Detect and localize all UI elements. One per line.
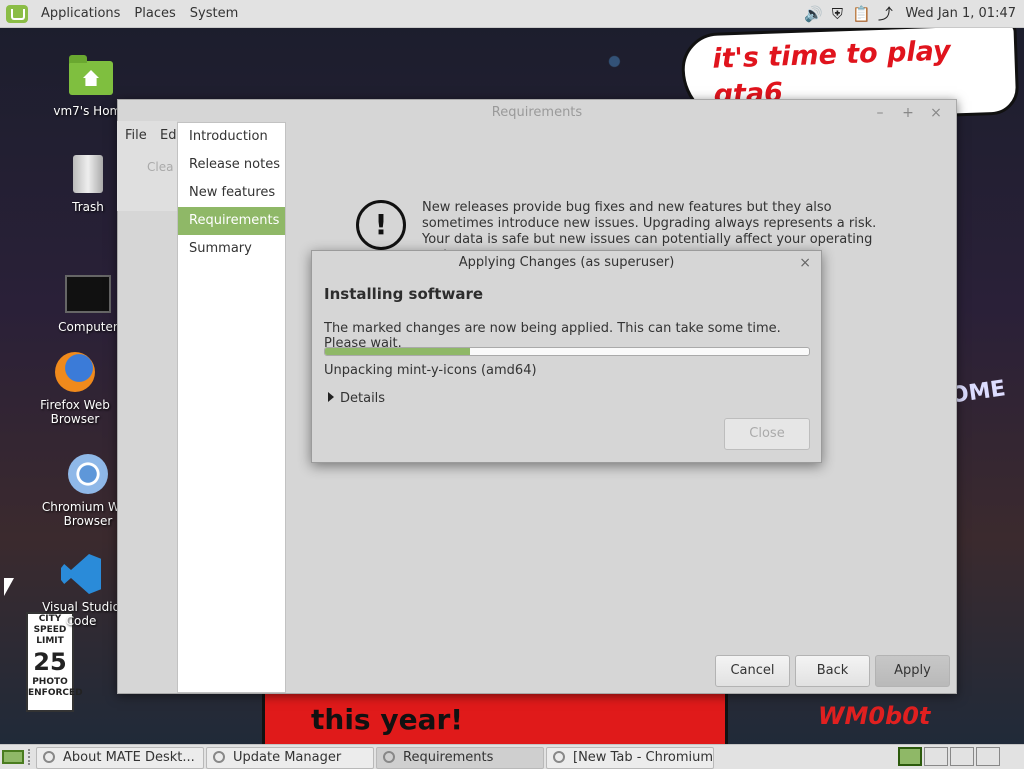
task-label: About MATE Deskt... (63, 750, 195, 765)
cancel-button[interactable]: Cancel (715, 655, 790, 687)
task-label: [New Tab - Chromium] (573, 750, 714, 765)
bg-menu-edit[interactable]: Ed (160, 128, 176, 143)
taskbar-item-update-manager[interactable]: Update Manager (206, 747, 374, 769)
task-label: Requirements (403, 750, 494, 765)
details-label: Details (340, 391, 386, 406)
dialog-close-icon[interactable]: × (799, 251, 811, 275)
expander-triangle-icon (328, 392, 334, 402)
chromium-icon (65, 452, 111, 496)
update-icon (383, 751, 395, 763)
taskbar-item-about-mate[interactable]: About MATE Deskt... (36, 747, 204, 769)
applying-changes-dialog: Applying Changes (as superuser) × Instal… (311, 250, 822, 463)
dialog-close-button[interactable]: Close (724, 418, 810, 450)
menu-places[interactable]: Places (127, 6, 182, 21)
desktop-icon-label: Trash (72, 200, 104, 214)
warning-icon: ! (356, 200, 406, 250)
banner-text: this year! (311, 703, 464, 736)
taskbar-item-chromium[interactable]: [New Tab - Chromium] (546, 747, 714, 769)
step-sidebar: Introduction Release notes New features … (177, 122, 286, 693)
sidebar-item-introduction[interactable]: Introduction (178, 123, 285, 151)
workspace-3[interactable] (950, 747, 974, 766)
computer-icon (65, 272, 111, 316)
volume-icon[interactable]: 🔊 (803, 5, 823, 23)
panel-grip (28, 749, 34, 765)
bottom-panel: About MATE Deskt... Update Manager Requi… (0, 744, 1024, 769)
shield-icon (213, 751, 225, 763)
desktop-icon-label: Firefox Web Browser (40, 398, 110, 426)
sidebar-item-new-features[interactable]: New features (178, 179, 285, 207)
desktop-icon-label: Visual Studio Code (42, 600, 120, 628)
about-mate-icon (43, 751, 55, 763)
wallpaper-watermark: WM0b0t (818, 702, 931, 730)
menu-system[interactable]: System (183, 6, 245, 21)
shield-icon[interactable]: ⛨ (827, 5, 847, 23)
dialog-heading: Installing software (324, 285, 484, 303)
workspace-1[interactable] (898, 747, 922, 766)
chromium-icon (553, 751, 565, 763)
system-tray: 🔊 ⛨ 📋 ⤴ Wed Jan 1, 01:47 (803, 0, 1024, 27)
task-label: Update Manager (233, 750, 342, 765)
details-expander[interactable]: Details (328, 391, 385, 406)
top-panel: Applications Places System 🔊 ⛨ 📋 ⤴ Wed J… (0, 0, 1024, 28)
maximize-icon[interactable]: + (896, 100, 920, 126)
sign-number: 25 (33, 648, 67, 676)
home-folder-icon (68, 55, 114, 100)
bg-clear-button[interactable]: Clea (147, 160, 173, 174)
install-progress-bar (324, 347, 810, 356)
menu-applications[interactable]: Applications (34, 6, 127, 21)
progress-status: Unpacking mint-y-icons (amd64) (324, 363, 537, 378)
sidebar-item-release-notes[interactable]: Release notes (178, 151, 285, 179)
workspace-2[interactable] (924, 747, 948, 766)
desktop-icon-label: Computer (58, 320, 118, 334)
mouse-cursor-icon (4, 578, 14, 596)
bg-menu-file[interactable]: File (125, 128, 147, 143)
trash-icon (65, 152, 111, 196)
wallpaper-graffiti: OME (948, 376, 1008, 409)
back-button[interactable]: Back (795, 655, 870, 687)
sign-bottom-text: PHOTO ENFORCED (28, 677, 83, 698)
dialog-title[interactable]: Applying Changes (as superuser) (312, 251, 821, 275)
minimize-icon[interactable]: – (868, 100, 892, 126)
taskbar-item-requirements[interactable]: Requirements (376, 747, 544, 769)
progress-fill (325, 348, 471, 355)
mint-logo-icon[interactable] (6, 4, 28, 23)
network-icon[interactable]: ⤴ (875, 5, 895, 23)
sidebar-item-requirements[interactable]: Requirements (178, 207, 285, 235)
desktop-icon-firefox[interactable]: Firefox Web Browser (20, 350, 130, 426)
sidebar-item-summary[interactable]: Summary (178, 235, 285, 263)
firefox-icon (52, 350, 98, 394)
vscode-icon (58, 552, 104, 596)
close-icon[interactable]: × (924, 100, 948, 126)
show-desktop-icon[interactable] (2, 750, 24, 764)
clock[interactable]: Wed Jan 1, 01:47 (905, 6, 1016, 21)
clipboard-icon[interactable]: 📋 (851, 5, 871, 23)
apply-button[interactable]: Apply (875, 655, 950, 687)
workspace-4[interactable] (976, 747, 1000, 766)
